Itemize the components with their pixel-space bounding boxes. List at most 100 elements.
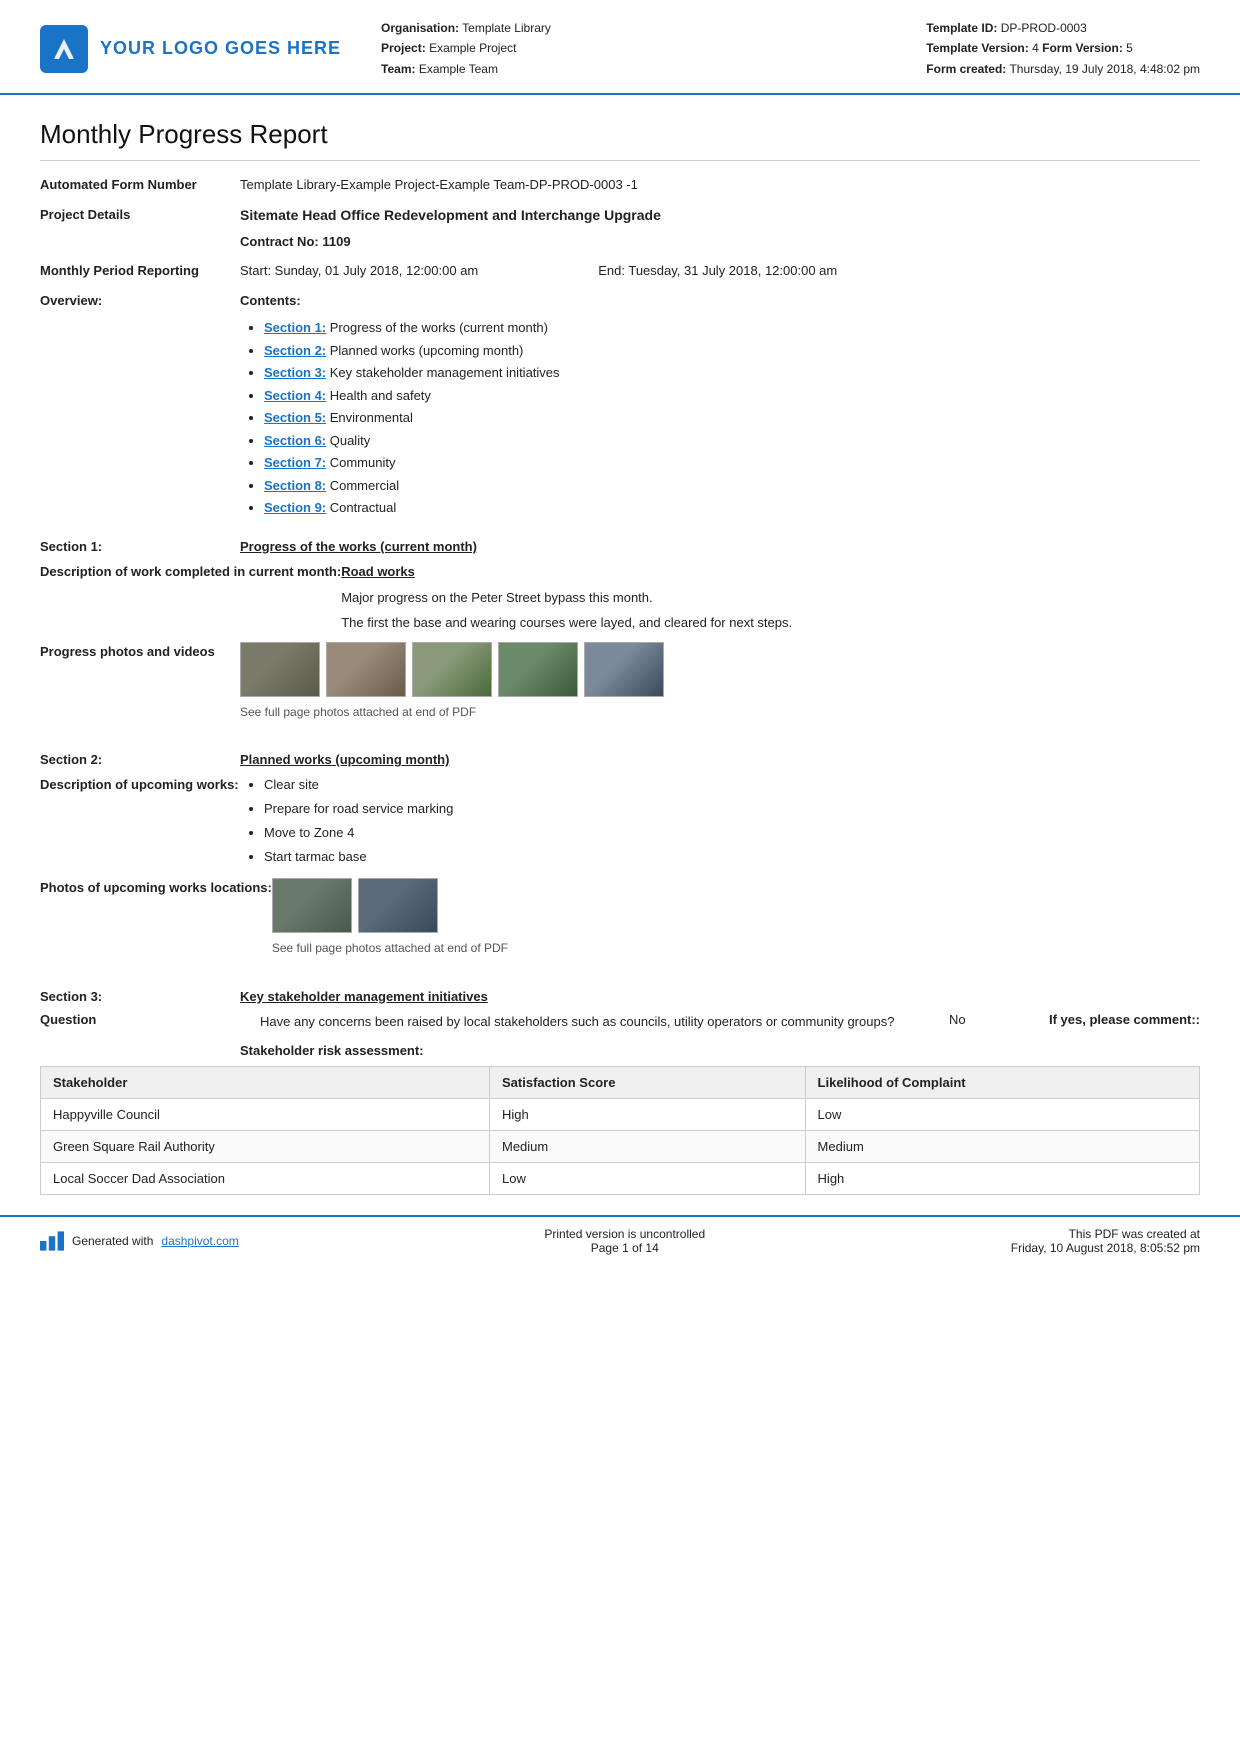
- work-desc-row: Description of work completed in current…: [40, 562, 1200, 634]
- period-start: Start: Sunday, 01 July 2018, 12:00:00 am: [240, 261, 478, 281]
- table-cell: Medium: [805, 1131, 1199, 1163]
- work-desc-value: Road works Major progress on the Peter S…: [341, 562, 1200, 634]
- overview-value: Contents: Section 1: Progress of the wor…: [240, 291, 1200, 521]
- upcoming-works-item: Prepare for road service marking: [264, 799, 1200, 820]
- form-created-label: Form created:: [926, 62, 1006, 76]
- team-row: Team: Example Team: [381, 59, 551, 79]
- project-value: Example Project: [429, 41, 516, 55]
- table-cell: Low: [490, 1163, 806, 1195]
- automated-form-value: Template Library-Example Project-Example…: [240, 175, 1200, 195]
- overview-label: Overview:: [40, 291, 240, 521]
- upcoming-works-item: Move to Zone 4: [264, 823, 1200, 844]
- team-value: Example Team: [419, 62, 498, 76]
- contents-heading: Contents:: [240, 291, 1200, 311]
- header-meta-left: Organisation: Template Library Project: …: [381, 18, 551, 79]
- section2-header-row: Section 2: Planned works (upcoming month…: [40, 752, 1200, 767]
- template-id-row: Template ID: DP-PROD-0003: [926, 18, 1200, 38]
- header-meta: Organisation: Template Library Project: …: [341, 18, 1200, 79]
- period-value: Start: Sunday, 01 July 2018, 12:00:00 am…: [240, 261, 1200, 281]
- section3-label: Section 3:: [40, 989, 240, 1004]
- period-end: End: Tuesday, 31 July 2018, 12:00:00 am: [598, 261, 837, 281]
- upcoming-photos-row: Photos of upcoming works locations: See …: [40, 878, 1200, 970]
- form-created-value: Thursday, 19 July 2018, 4:48:02 pm: [1009, 62, 1200, 76]
- upcoming-photos-strip: [272, 878, 1200, 933]
- table-cell: High: [805, 1163, 1199, 1195]
- col-stakeholder: Stakeholder: [41, 1067, 490, 1099]
- table-cell: Green Square Rail Authority: [41, 1131, 490, 1163]
- contents-list-item: Section 5: Environmental: [264, 408, 1200, 428]
- template-id-label: Template ID:: [926, 21, 997, 35]
- contents-list-item: Section 2: Planned works (upcoming month…: [264, 341, 1200, 361]
- risk-header-row: Stakeholder Satisfaction Score Likelihoo…: [41, 1067, 1200, 1099]
- table-cell: Medium: [490, 1131, 806, 1163]
- footer-logo-icon: [40, 1231, 64, 1251]
- footer-center-line1: Printed version is uncontrolled: [544, 1227, 705, 1241]
- org-value: Template Library: [462, 21, 551, 35]
- work-desc-line1: Major progress on the Peter Street bypas…: [341, 588, 1200, 609]
- photos-value: See full page photos attached at end of …: [240, 642, 1200, 734]
- dashpivot-link[interactable]: dashpivot.com: [161, 1234, 238, 1248]
- project-details-label: Project Details: [40, 205, 240, 252]
- period-dates: Start: Sunday, 01 July 2018, 12:00:00 am…: [240, 261, 1200, 281]
- work-desc-label: Description of work completed in current…: [40, 562, 341, 634]
- upcoming-desc-label: Description of upcoming works:: [40, 775, 240, 870]
- logo-icon: [40, 25, 88, 73]
- question-label: Question: [40, 1012, 240, 1027]
- report-title: Monthly Progress Report: [40, 119, 1200, 161]
- footer-generated-text: Generated with: [72, 1234, 153, 1248]
- contents-link[interactable]: Section 6:: [264, 433, 326, 448]
- work-desc-line2: The first the base and wearing courses w…: [341, 613, 1200, 634]
- form-version-label: Form Version:: [1042, 41, 1123, 55]
- overview-row: Overview: Contents: Section 1: Progress …: [40, 291, 1200, 521]
- contents-list: Section 1: Progress of the works (curren…: [240, 318, 1200, 518]
- contents-link[interactable]: Section 1:: [264, 320, 326, 335]
- upcoming-photo-thumb-2: [358, 878, 438, 933]
- form-version-value: 5: [1126, 41, 1133, 55]
- risk-table-body: Happyville CouncilHighLowGreen Square Ra…: [41, 1099, 1200, 1195]
- contents-list-item: Section 7: Community: [264, 453, 1200, 473]
- contents-link[interactable]: Section 9:: [264, 500, 326, 515]
- table-cell: Local Soccer Dad Association: [41, 1163, 490, 1195]
- footer-left: Generated with dashpivot.com: [40, 1231, 239, 1251]
- form-created-row: Form created: Thursday, 19 July 2018, 4:…: [926, 59, 1200, 79]
- contents-link[interactable]: Section 2:: [264, 343, 326, 358]
- photos-caption: See full page photos attached at end of …: [240, 703, 1200, 722]
- photo-thumb-5: [584, 642, 664, 697]
- risk-table-header: Stakeholder Satisfaction Score Likelihoo…: [41, 1067, 1200, 1099]
- contract-no: Contract No: 1109: [240, 232, 1200, 252]
- contract-value: 1109: [322, 234, 350, 249]
- contents-link[interactable]: Section 4:: [264, 388, 326, 403]
- photo-thumb-2: [326, 642, 406, 697]
- contract-label: Contract No:: [240, 234, 319, 249]
- photo-thumb-4: [498, 642, 578, 697]
- template-id-value: DP-PROD-0003: [1001, 21, 1087, 35]
- contents-list-item: Section 4: Health and safety: [264, 386, 1200, 406]
- table-cell: High: [490, 1099, 806, 1131]
- page-footer: Generated with dashpivot.com Printed ver…: [0, 1215, 1240, 1265]
- section1-title: Progress of the works (current month): [240, 539, 477, 554]
- upcoming-desc-value: Clear sitePrepare for road service marki…: [240, 775, 1200, 870]
- upcoming-works-list: Clear sitePrepare for road service marki…: [240, 775, 1200, 867]
- header-meta-right: Template ID: DP-PROD-0003 Template Versi…: [926, 18, 1200, 79]
- stakeholder-risk-table: Stakeholder Satisfaction Score Likelihoo…: [40, 1066, 1200, 1195]
- contents-link[interactable]: Section 5:: [264, 410, 326, 425]
- contents-list-item: Section 9: Contractual: [264, 498, 1200, 518]
- project-details-text: Sitemate Head Office Redevelopment and I…: [240, 205, 1200, 226]
- contents-link[interactable]: Section 8:: [264, 478, 326, 493]
- contents-link[interactable]: Section 7:: [264, 455, 326, 470]
- photo-thumb-1: [240, 642, 320, 697]
- project-row: Project: Example Project: [381, 38, 551, 58]
- question-answer: No: [949, 1012, 1029, 1027]
- logo-svg: [49, 34, 79, 64]
- contents-list-item: Section 3: Key stakeholder management in…: [264, 363, 1200, 383]
- section2-title: Planned works (upcoming month): [240, 752, 449, 767]
- upcoming-photos-label: Photos of upcoming works locations:: [40, 878, 272, 970]
- upcoming-photos-value: See full page photos attached at end of …: [272, 878, 1200, 970]
- footer-right: This PDF was created at Friday, 10 Augus…: [1011, 1227, 1200, 1255]
- contents-link[interactable]: Section 3:: [264, 365, 326, 380]
- period-row: Monthly Period Reporting Start: Sunday, …: [40, 261, 1200, 281]
- template-version-label: Template Version:: [926, 41, 1028, 55]
- project-details-row: Project Details Sitemate Head Office Red…: [40, 205, 1200, 252]
- section3-title: Key stakeholder management initiatives: [240, 989, 488, 1004]
- photos-strip: [240, 642, 1200, 697]
